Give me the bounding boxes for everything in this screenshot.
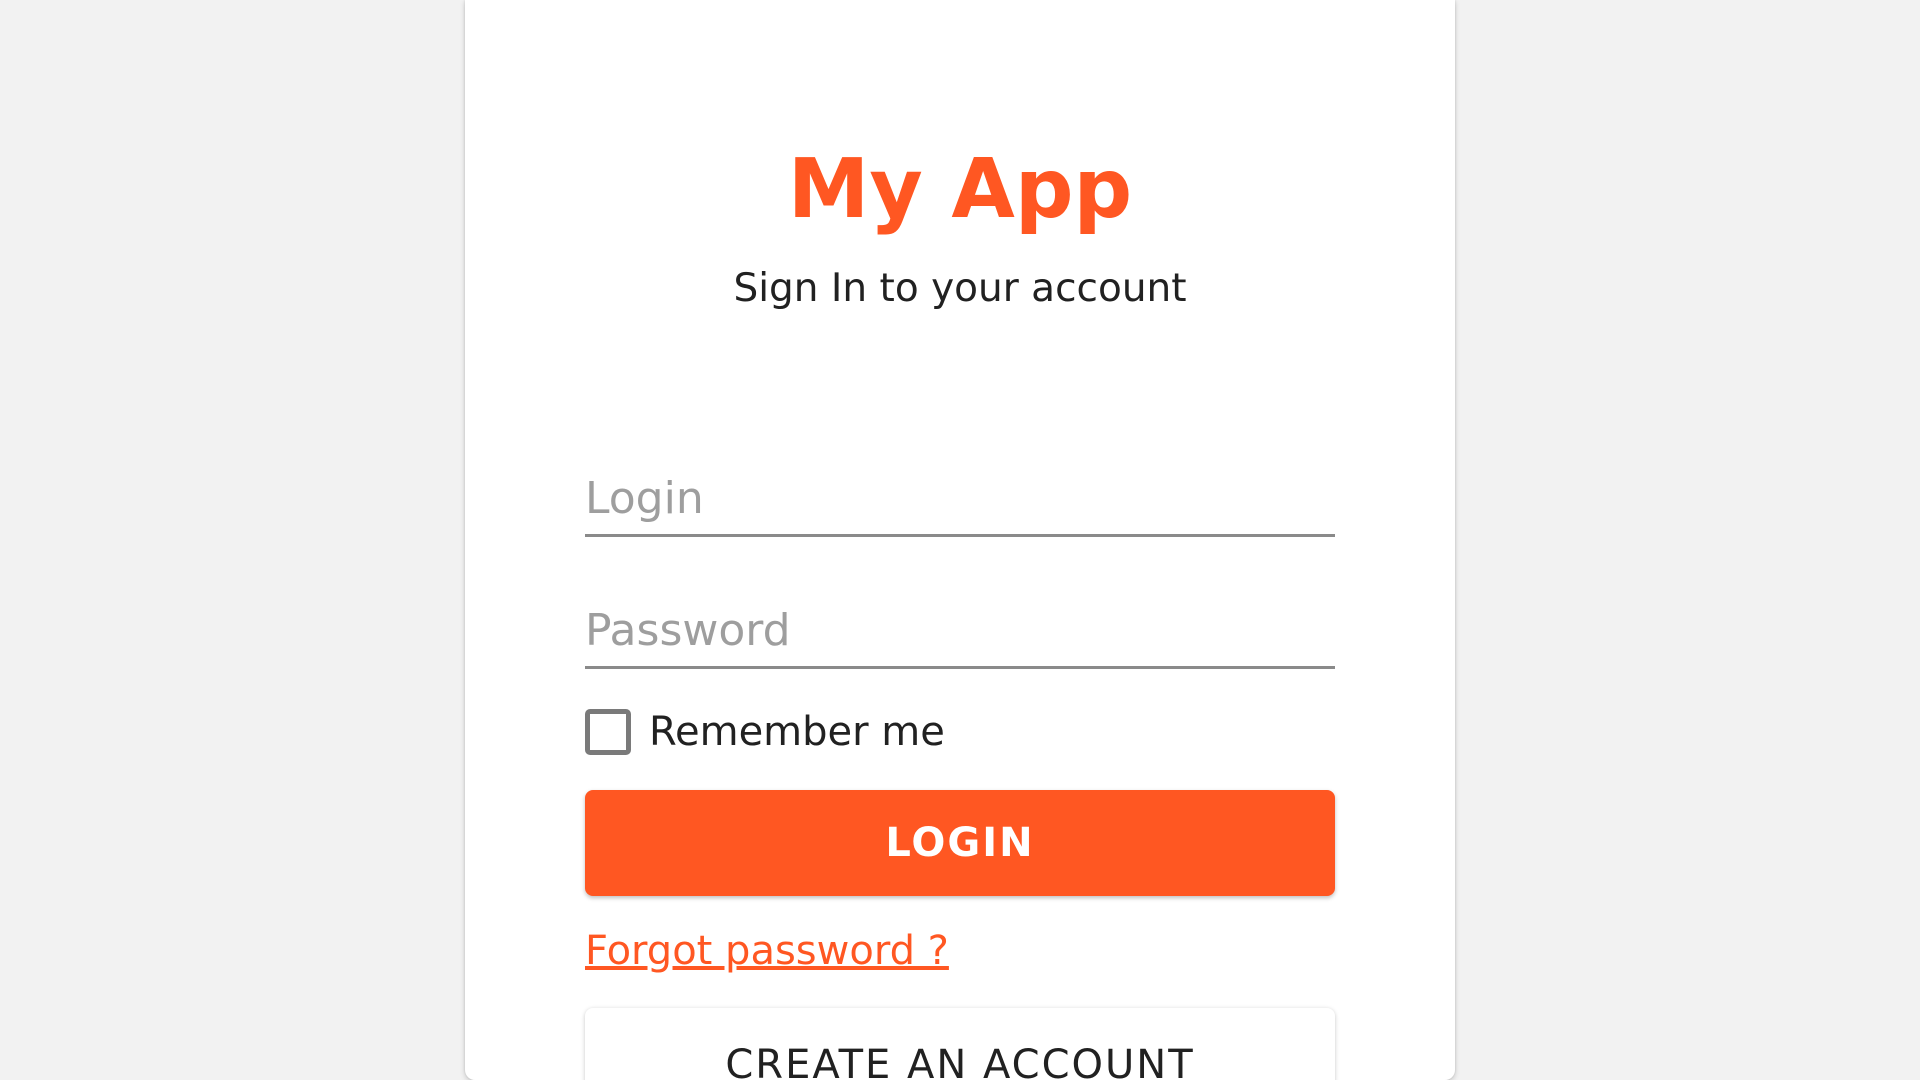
login-card: My App Sign In to your account Remember … [465,0,1455,1080]
remember-me-row[interactable]: Remember me [585,704,945,760]
forgot-password-link[interactable]: Forgot password ? [585,928,949,974]
signin-subtitle: Sign In to your account [733,266,1187,311]
password-input[interactable] [585,602,1335,658]
create-account-button[interactable]: CREATE AN ACCOUNT [585,1008,1335,1080]
page: My App Sign In to your account Remember … [0,0,1920,1080]
login-input[interactable] [585,470,1335,526]
password-field [585,597,1335,669]
login-field [585,465,1335,537]
login-button[interactable]: LOGIN [585,790,1335,896]
create-account-label: CREATE AN ACCOUNT [725,1042,1195,1080]
remember-me-checkbox[interactable] [585,709,631,755]
app-title: My App [787,142,1133,237]
remember-me-label[interactable]: Remember me [649,709,945,755]
